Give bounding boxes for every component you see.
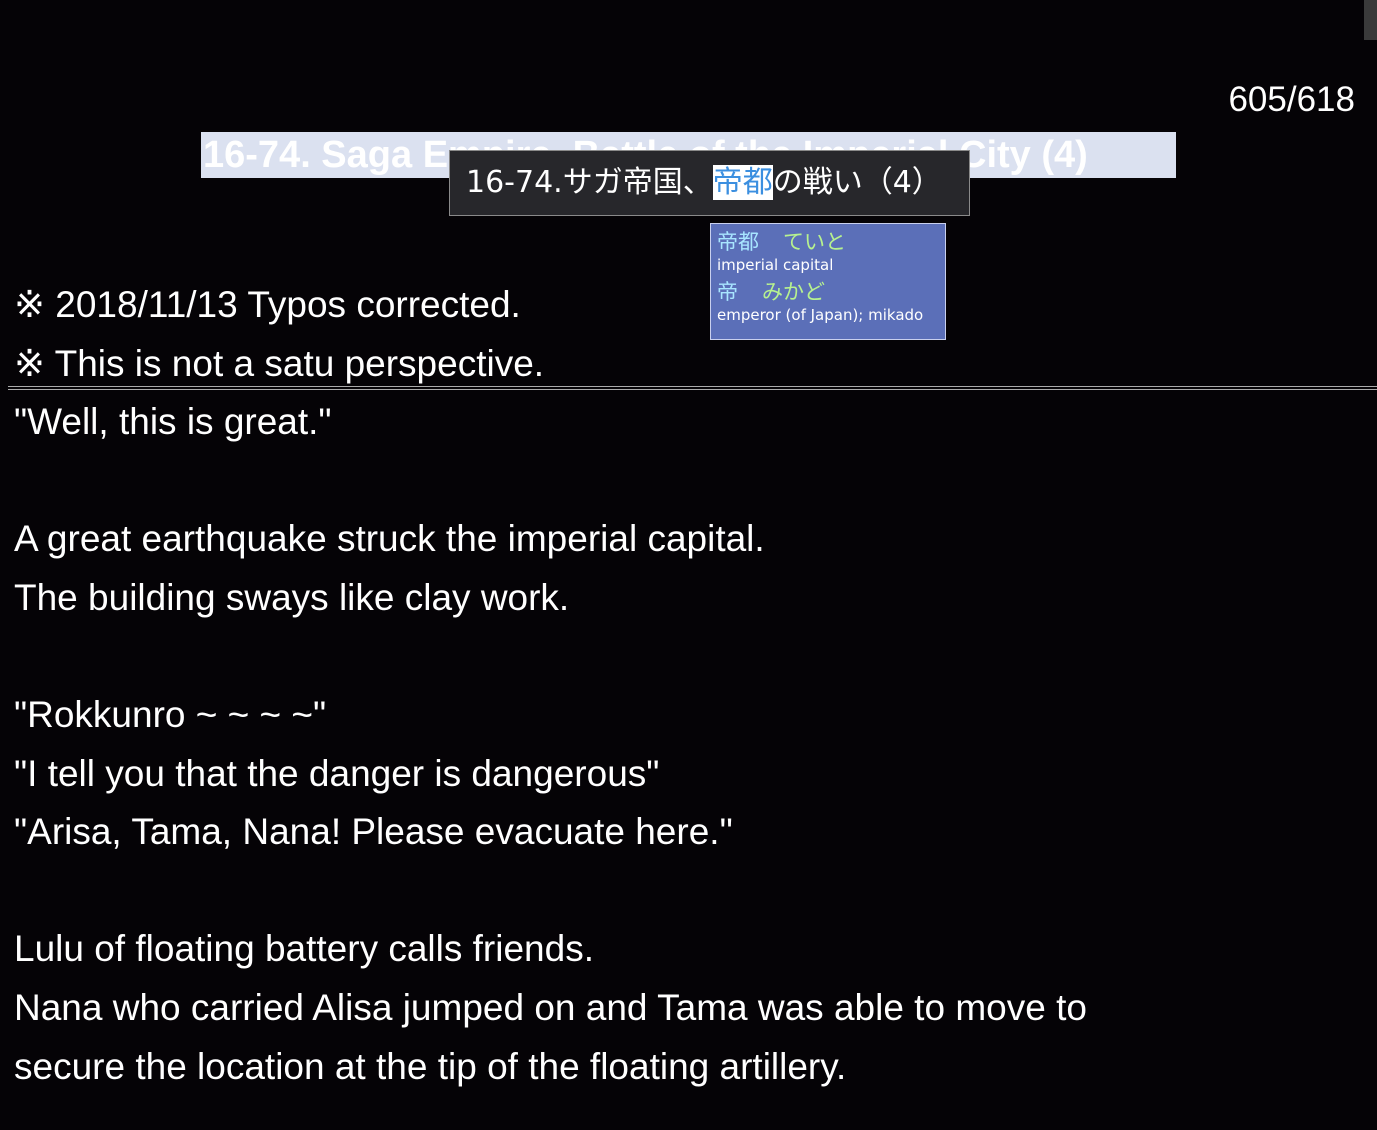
japanese-title-tooltip: 16-74.サガ帝国、帝都の戦い（4） [449, 150, 970, 216]
tooltip-text-after: の戦い（4） [772, 165, 942, 200]
entry-word: 帝 [717, 280, 738, 304]
entry-gloss: emperor (of Japan); mikado [717, 306, 924, 324]
paragraph-line: Nana who carried Alisa jumped on and Tam… [14, 986, 1087, 1028]
entry-reading: みかど [762, 280, 825, 304]
chapter-body: "Well, this is great." A great earthquak… [14, 393, 1357, 1096]
note-line: ※ This is not a satu perspective. [14, 343, 545, 384]
paragraph-line: "I tell you that the danger is dangerous… [14, 752, 660, 794]
paragraph-line: secure the location at the tip of the fl… [14, 1045, 847, 1087]
divider-line [8, 386, 1377, 387]
note-line: ※ 2018/11/13 Typos corrected. [14, 284, 521, 325]
tooltip-text-before: 16-74.サガ帝国、 [466, 165, 713, 200]
tooltip-highlighted-word[interactable]: 帝都 [712, 165, 773, 200]
paragraph-line: Lulu of floating battery calls friends. [14, 928, 594, 970]
paragraph-line: "Well, this is great." [14, 401, 332, 442]
entry-word: 帝都 [717, 230, 759, 254]
divider-line [8, 389, 1377, 390]
entry-gloss: imperial capital [717, 256, 834, 274]
dictionary-entry: 帝都 ていと imperial capital [717, 229, 939, 275]
paragraph-line: A great earthquake struck the imperial c… [14, 518, 765, 560]
entry-reading: ていと [783, 230, 846, 254]
page-counter: 605/618 [1228, 80, 1355, 119]
scrollbar-thumb[interactable] [1364, 0, 1377, 40]
paragraph-line: "Rokkunro ~ ~ ~ ~" [14, 693, 327, 735]
dictionary-popup: 帝都 ていと imperial capital 帝みかど emperor (of … [710, 223, 946, 340]
paragraph-line: "Arisa, Tama, Nana! Please evacuate here… [14, 811, 733, 853]
paragraph-line: The building sways like clay work. [14, 576, 570, 618]
dictionary-entry: 帝みかど emperor (of Japan); mikado [717, 279, 939, 325]
author-notes: ※ 2018/11/13 Typos corrected. ※ This is … [14, 275, 544, 393]
